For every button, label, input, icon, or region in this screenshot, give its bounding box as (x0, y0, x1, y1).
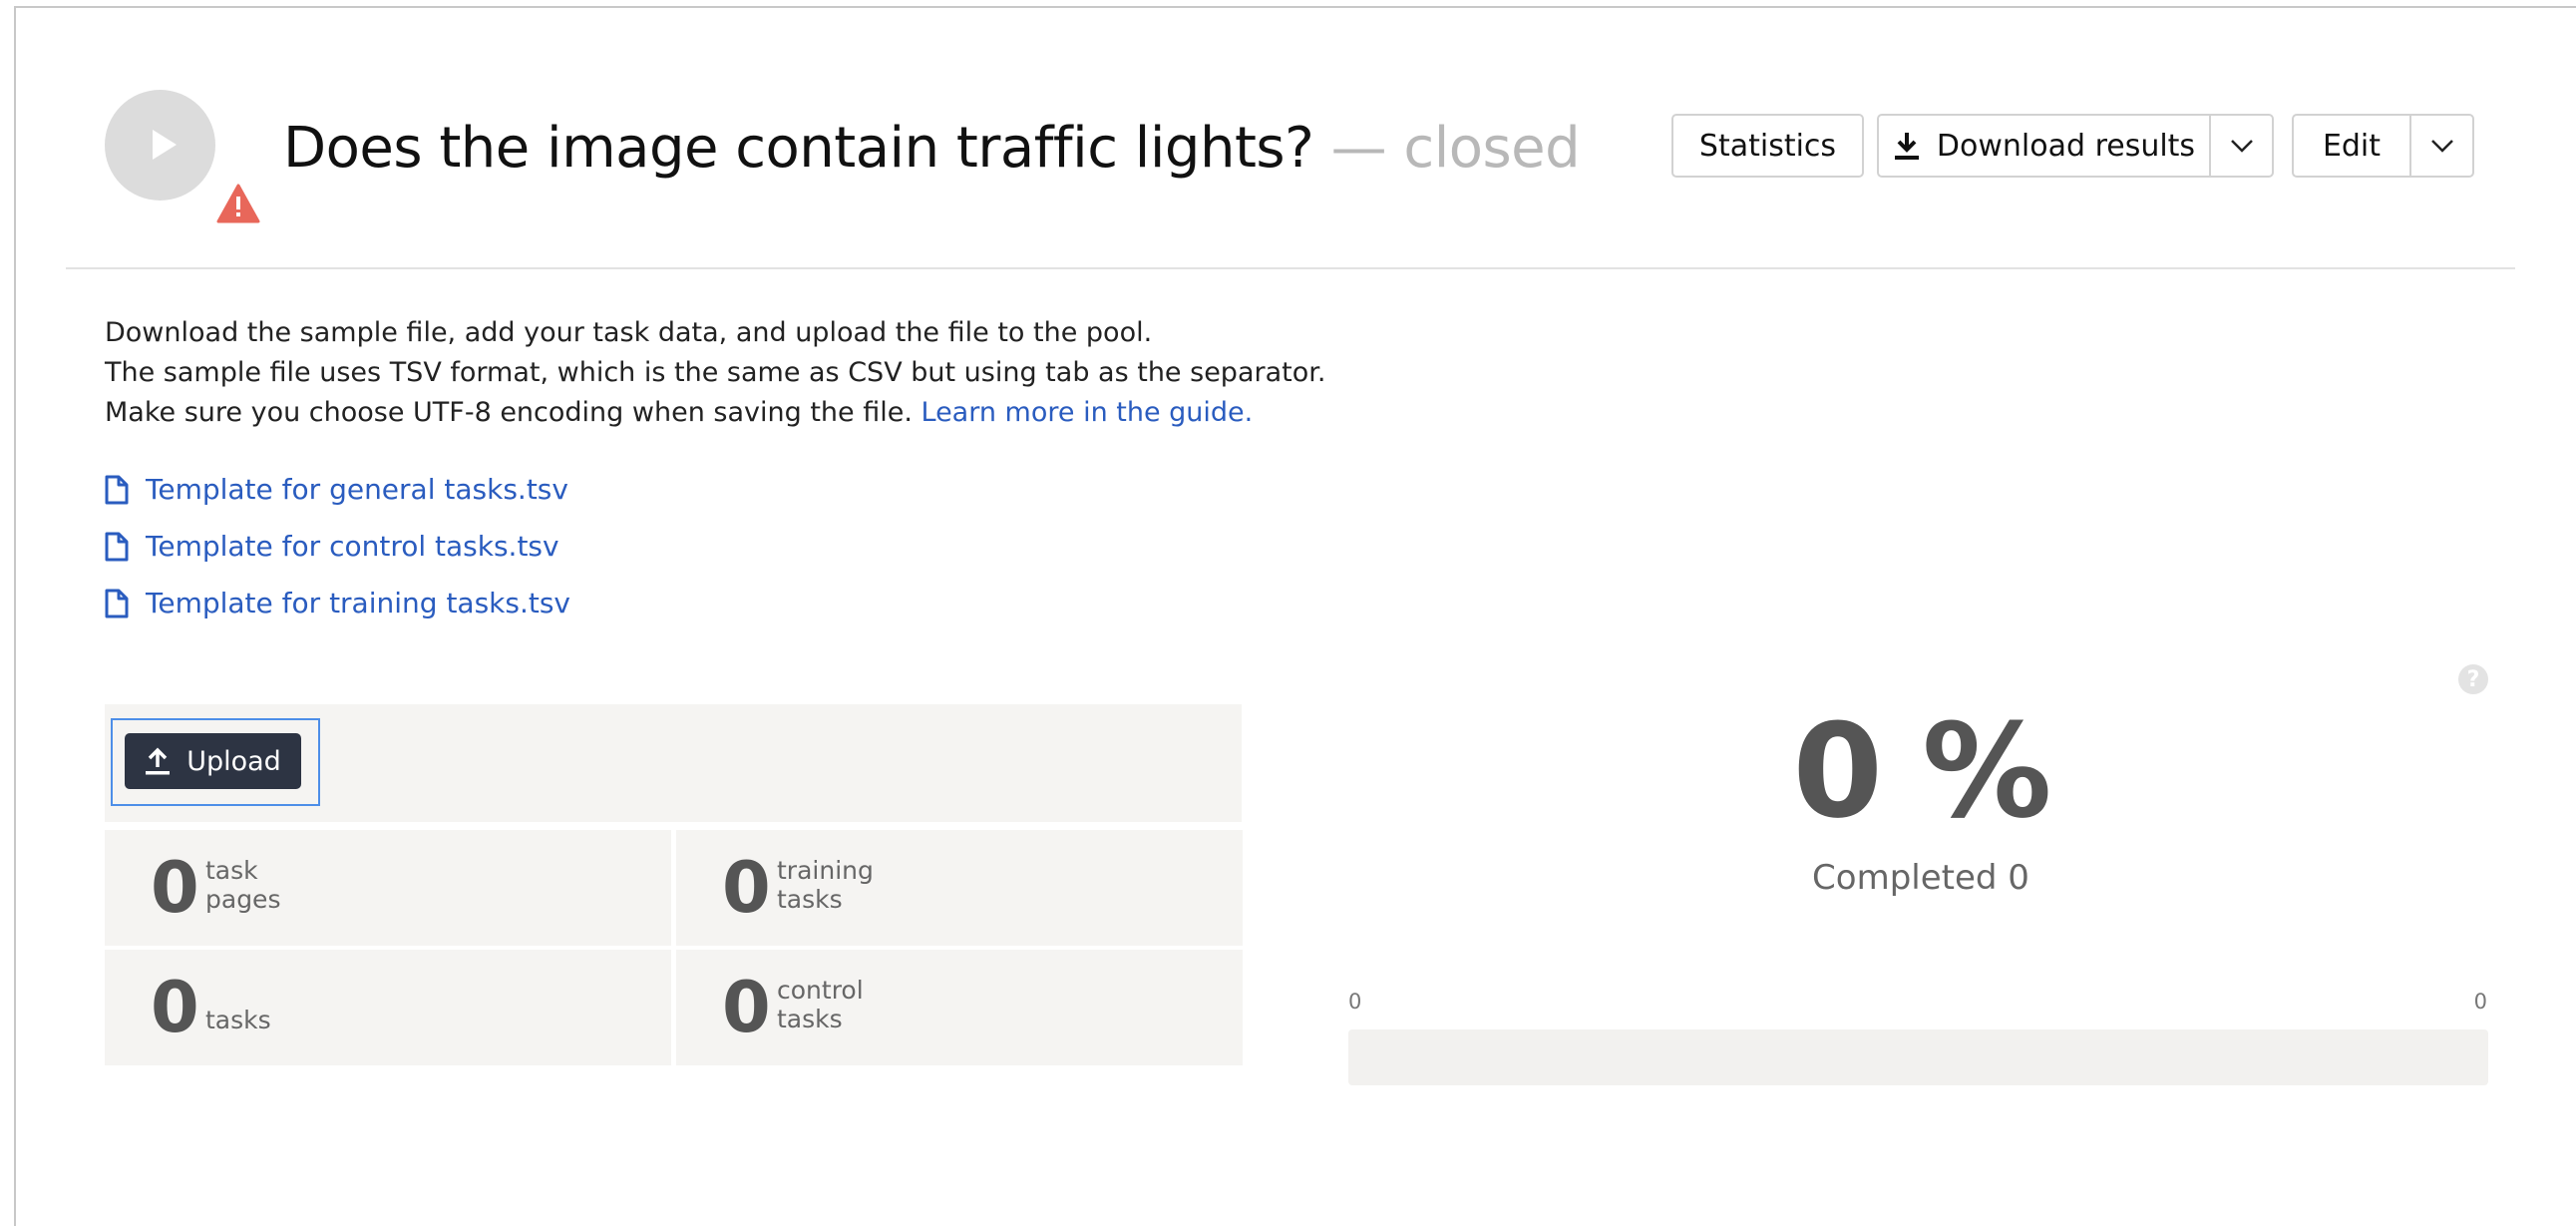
stat-training-tasks: 0 training tasks (676, 830, 1243, 946)
stat-value: 0 (722, 967, 771, 1048)
pool-page: Does the image contain traffic lights? —… (14, 6, 2576, 1226)
file-icon (105, 475, 129, 504)
stat-value: 0 (722, 847, 771, 929)
stat-label-line: training (777, 856, 874, 885)
stat-label-line: pages (205, 885, 281, 914)
instruction-line: The sample file uses TSV format, which i… (105, 357, 1326, 388)
stat-label: task pages (205, 856, 280, 914)
stat-label: tasks (205, 1006, 271, 1034)
edit-button[interactable]: Edit (2292, 114, 2411, 178)
template-control-label: Template for control tasks.tsv (146, 530, 559, 563)
page-title: Does the image contain traffic lights? —… (283, 112, 1581, 186)
completion-percent: 0 % (1792, 695, 2052, 847)
template-links: Template for general tasks.tsv Template … (105, 461, 570, 631)
stat-label: training tasks (777, 856, 874, 914)
upload-instructions: Download the sample file, add your task … (105, 313, 1325, 433)
download-results-label: Download results (1936, 128, 2196, 164)
play-icon[interactable] (105, 90, 215, 201)
template-training-label: Template for training tasks.tsv (146, 587, 571, 619)
file-icon (105, 589, 129, 617)
stat-label-line: control (777, 976, 864, 1005)
upload-icon (146, 747, 171, 775)
warning-icon (216, 184, 260, 223)
statistics-button-label: Statistics (1698, 128, 1837, 164)
header-divider (66, 267, 2515, 269)
stat-label-line: tasks (777, 1005, 843, 1033)
pool-title: Does the image contain traffic lights? (283, 116, 1314, 181)
upload-area: Upload (105, 704, 1242, 822)
template-training-link[interactable]: Template for training tasks.tsv (105, 575, 570, 631)
progress-bar (1348, 1029, 2488, 1085)
stat-label-line: tasks (777, 885, 843, 914)
progress-range-max: 0 (2473, 990, 2487, 1014)
upload-button[interactable]: Upload (125, 733, 301, 789)
progress-range-min: 0 (1348, 990, 1362, 1014)
instruction-line: Make sure you choose UTF-8 encoding when… (105, 393, 1325, 433)
stat-value: 0 (151, 967, 199, 1048)
stat-label: control tasks (777, 976, 864, 1033)
stat-task-pages: 0 task pages (105, 830, 671, 946)
stat-label-line: task (205, 856, 258, 885)
chevron-down-icon (2230, 140, 2253, 153)
completed-count: Completed 0 (1812, 858, 2029, 898)
pool-header: Does the image contain traffic lights? —… (16, 8, 2576, 271)
instruction-line: Download the sample file, add your task … (105, 317, 1153, 348)
stat-tasks: 0 tasks (105, 950, 671, 1065)
statistics-button[interactable]: Statistics (1671, 114, 1864, 178)
upload-button-label: Upload (186, 745, 281, 777)
chevron-down-icon (2430, 140, 2453, 153)
template-general-link[interactable]: Template for general tasks.tsv (105, 461, 570, 518)
stat-control-tasks: 0 control tasks (676, 950, 1243, 1065)
template-control-link[interactable]: Template for control tasks.tsv (105, 518, 570, 575)
template-general-label: Template for general tasks.tsv (146, 473, 568, 506)
pool-status: — closed (1313, 116, 1581, 181)
download-icon (1894, 133, 1919, 160)
help-icon[interactable]: ? (2458, 664, 2488, 694)
edit-button-label: Edit (2322, 128, 2382, 164)
instruction-text: Make sure you choose UTF-8 encoding when… (105, 397, 921, 428)
download-options-button[interactable] (2209, 114, 2274, 178)
download-results-button[interactable]: Download results (1877, 114, 2211, 178)
file-icon (105, 532, 129, 561)
edit-options-button[interactable] (2409, 114, 2474, 178)
stat-value: 0 (151, 847, 199, 929)
guide-link[interactable]: Learn more in the guide. (921, 397, 1254, 428)
